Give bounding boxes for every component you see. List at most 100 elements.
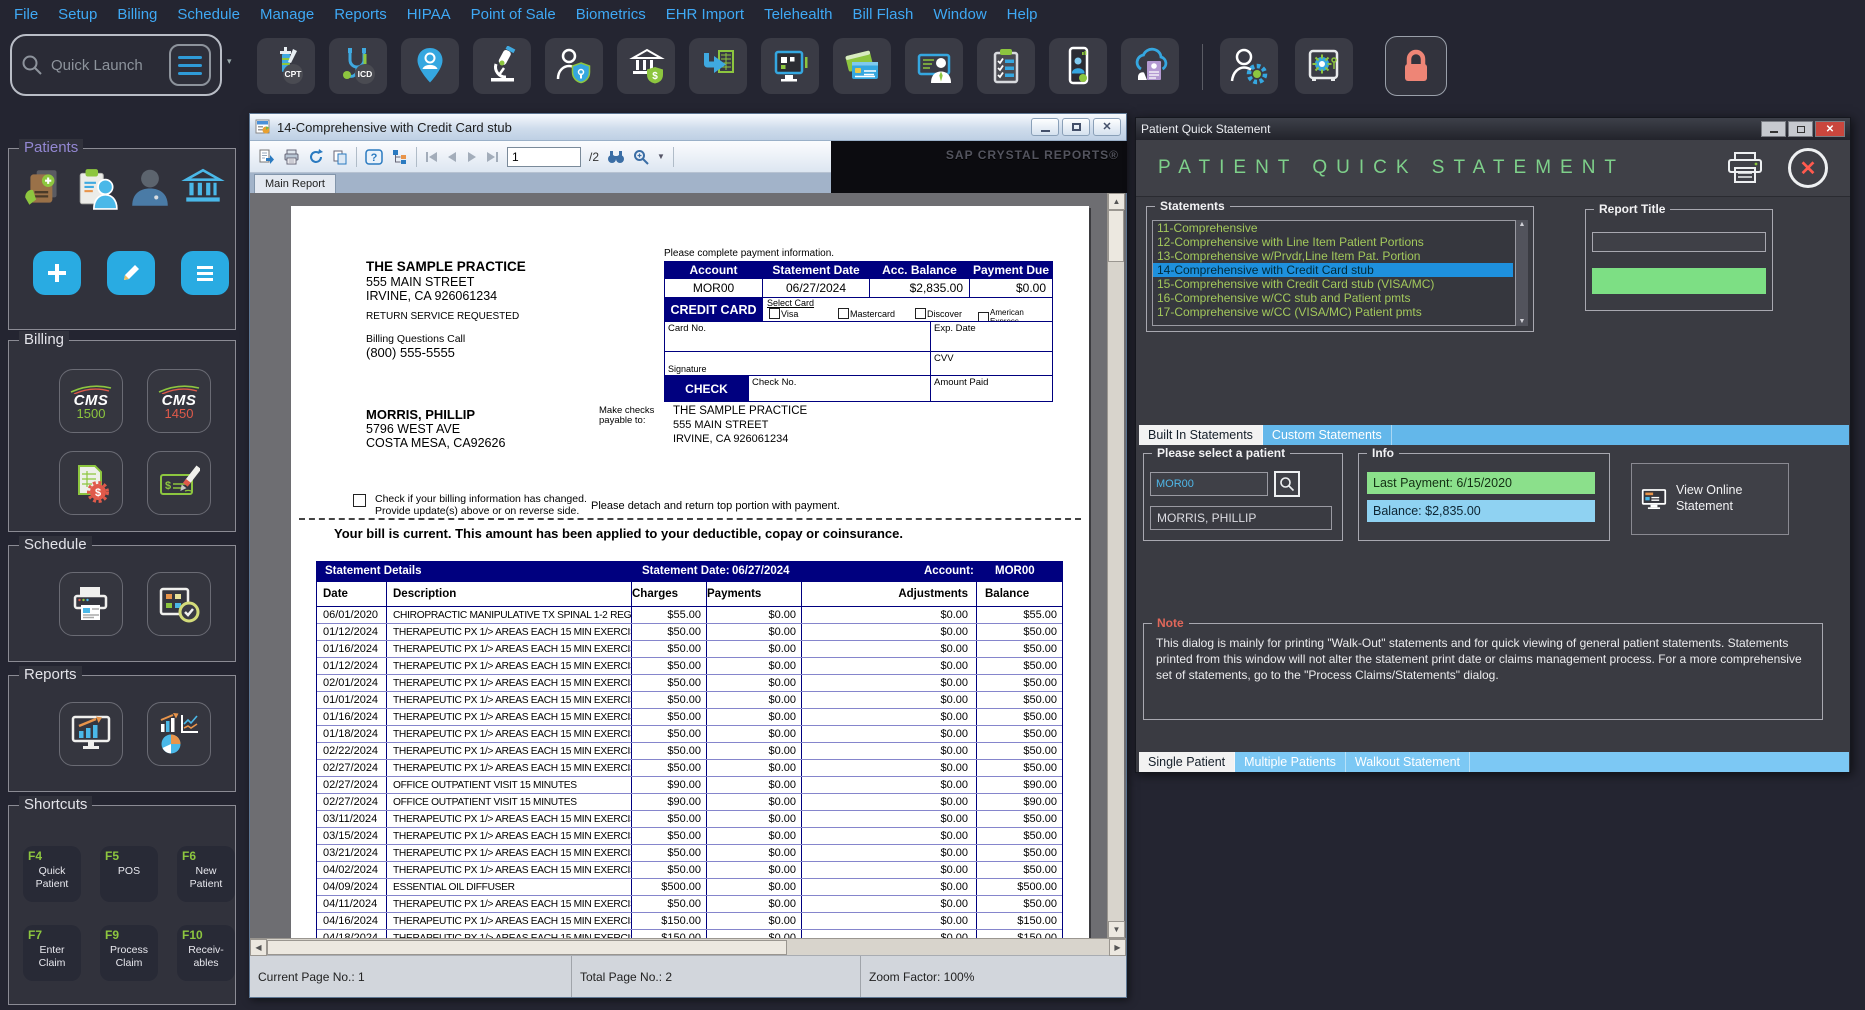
mastercard-checkbox[interactable]	[838, 308, 849, 319]
last-page-icon[interactable]	[486, 151, 499, 163]
patient-intake-icon[interactable]	[74, 165, 120, 211]
table-row[interactable]: 01/18/2024 THERAPEUTIC PX 1/> AREAS EACH…	[317, 726, 1062, 743]
patient-list-button[interactable]	[181, 251, 229, 295]
card-no-field[interactable]: Card No.	[665, 322, 930, 351]
tab-main-report[interactable]: Main Report	[254, 174, 336, 193]
menu-item[interactable]: HIPAA	[397, 6, 461, 23]
amex-checkbox[interactable]	[978, 312, 989, 322]
lab-button[interactable]	[473, 38, 531, 94]
patient-security-button[interactable]	[545, 38, 603, 94]
report-monitor-button[interactable]	[59, 702, 123, 766]
previous-page-icon[interactable]	[446, 151, 458, 163]
close-dialog-button[interactable]: ✕	[1788, 148, 1828, 188]
table-row[interactable]: 03/15/2024 THERAPEUTIC PX 1/> AREAS EACH…	[317, 828, 1062, 845]
cms-1500-button[interactable]: CMS 1500	[59, 369, 123, 433]
edit-patient-button[interactable]	[107, 251, 155, 295]
statement-option[interactable]: 17-Comprehensive w/CC (VISA/MC) Patient …	[1153, 305, 1513, 319]
bank-deposits-button[interactable]: $	[617, 38, 675, 94]
export-data-button[interactable]	[689, 38, 747, 94]
table-row[interactable]: 01/12/2024 THERAPEUTIC PX 1/> AREAS EACH…	[317, 658, 1062, 675]
print-report-icon[interactable]	[283, 149, 300, 165]
patient-mode-tab[interactable]: Walkout Statement	[1346, 752, 1470, 772]
pos-monitor-button[interactable]	[761, 38, 819, 94]
scroll-down-button[interactable]: ▼	[1108, 921, 1125, 938]
table-row[interactable]: 04/18/2024 THERAPEUTIC PX 1/> AREAS EACH…	[317, 930, 1062, 938]
refresh-icon[interactable]	[308, 149, 324, 165]
hscroll-thumb[interactable]	[267, 940, 787, 955]
table-row[interactable]: 01/12/2024 THERAPEUTIC PX 1/> AREAS EACH…	[317, 624, 1062, 641]
statement-option[interactable]: 13-Comprehensive w/Prvdr,Line Item Pat. …	[1153, 249, 1513, 263]
statements-listbox[interactable]: 11-Comprehensive12-Comprehensive with Li…	[1152, 220, 1528, 326]
copy-icon[interactable]	[332, 149, 348, 165]
table-row[interactable]: 01/01/2024 THERAPEUTIC PX 1/> AREAS EACH…	[317, 692, 1062, 709]
zoom-icon[interactable]	[633, 149, 649, 165]
report-charts-button[interactable]	[147, 702, 211, 766]
check-no-field[interactable]: Check No.	[748, 376, 930, 401]
table-row[interactable]: 01/16/2024 THERAPEUTIC PX 1/> AREAS EACH…	[317, 709, 1062, 726]
scroll-thumb[interactable]	[1108, 210, 1124, 262]
statement-option[interactable]: 14-Comprehensive with Credit Card stub	[1153, 263, 1513, 277]
user-settings-button[interactable]	[1220, 38, 1278, 94]
menu-item[interactable]: Bill Flash	[842, 6, 923, 23]
report-title-input[interactable]	[1592, 232, 1766, 252]
report-vertical-scrollbar[interactable]: ▲ ▼	[1107, 193, 1124, 938]
first-page-icon[interactable]	[425, 151, 438, 163]
lock-button[interactable]	[1385, 36, 1447, 96]
patient-billing-bank-icon[interactable]	[180, 165, 226, 211]
minimize-button[interactable]	[1031, 118, 1059, 136]
exp-date-field[interactable]: Exp. Date	[930, 322, 1052, 351]
statement-option[interactable]: 15-Comprehensive with Credit Card stub (…	[1153, 277, 1513, 291]
zoom-dropdown-caret[interactable]: ▼	[657, 152, 665, 161]
shortcut-button[interactable]: F9 Process Claim	[100, 925, 158, 981]
scroll-up-button[interactable]: ▲	[1108, 193, 1125, 210]
statement-type-tab[interactable]: Built In Statements	[1139, 425, 1263, 445]
menu-item[interactable]: Billing	[107, 6, 167, 23]
close-button[interactable]: ✕	[1815, 121, 1845, 137]
appointment-scheduler-button[interactable]	[147, 572, 211, 636]
vault-button[interactable]	[1295, 38, 1353, 94]
cpt-codes-button[interactable]: CPT	[257, 38, 315, 94]
table-row[interactable]: 04/11/2024 THERAPEUTIC PX 1/> AREAS EACH…	[317, 896, 1062, 913]
print-statement-button[interactable]	[1726, 152, 1764, 184]
provider-id-card-button[interactable]	[905, 38, 963, 94]
print-schedule-button[interactable]	[59, 572, 123, 636]
find-binoculars-icon[interactable]	[607, 150, 625, 164]
table-row[interactable]: 03/11/2024 THERAPEUTIC PX 1/> AREAS EACH…	[317, 811, 1062, 828]
statement-option[interactable]: 16-Comprehensive w/CC stub and Patient p…	[1153, 291, 1513, 305]
quick-launch-dropdown-caret[interactable]: ▾	[227, 56, 232, 67]
table-row[interactable]: 01/16/2024 THERAPEUTIC PX 1/> AREAS EACH…	[317, 641, 1062, 658]
amount-paid-field[interactable]: Amount Paid	[930, 376, 1052, 401]
patient-search-button[interactable]	[1274, 471, 1300, 497]
table-row[interactable]: 03/21/2024 THERAPEUTIC PX 1/> AREAS EACH…	[317, 845, 1062, 862]
scroll-right-button[interactable]: ▶	[1109, 939, 1126, 956]
shortcut-button[interactable]: F10 Receiv- ables	[177, 925, 235, 981]
patient-locator-button[interactable]	[401, 38, 459, 94]
check-writing-button[interactable]: $	[147, 451, 211, 515]
shortcut-button[interactable]: F5 POS	[100, 846, 158, 902]
page-number-input[interactable]	[507, 147, 581, 167]
cvv-field[interactable]: CVV	[930, 352, 1052, 375]
menu-item[interactable]: Schedule	[167, 6, 250, 23]
statement-option[interactable]: 11-Comprehensive	[1153, 221, 1513, 235]
next-page-icon[interactable]	[466, 151, 478, 163]
cloud-records-button[interactable]	[1121, 38, 1179, 94]
menu-item[interactable]: File	[4, 6, 48, 23]
patient-code-input[interactable]: MOR00	[1150, 472, 1268, 496]
patient-mode-tab[interactable]: Single Patient	[1139, 752, 1235, 772]
scroll-down-icon[interactable]: ▼	[1519, 318, 1526, 325]
cms-1450-button[interactable]: CMS 1450	[147, 369, 211, 433]
discover-checkbox[interactable]	[915, 308, 926, 319]
table-row[interactable]: 02/27/2024 THERAPEUTIC PX 1/> AREAS EACH…	[317, 760, 1062, 777]
report-window-titlebar[interactable]: 14-Comprehensive with Credit Card stub ✕	[250, 114, 1126, 141]
report-horizontal-scrollbar[interactable]: ◀ ▶	[250, 938, 1126, 955]
add-patient-button[interactable]	[33, 251, 81, 295]
pqs-titlebar[interactable]: Patient Quick Statement ✕	[1136, 118, 1850, 140]
scroll-left-button[interactable]: ◀	[250, 939, 267, 956]
menu-item[interactable]: Point of Sale	[461, 6, 566, 23]
scroll-up-icon[interactable]: ▲	[1519, 221, 1526, 228]
hamburger-menu-icon[interactable]	[169, 44, 211, 86]
toggle-parameter-panel-icon[interactable]: ?	[365, 149, 383, 165]
report-title-highlight-box[interactable]	[1592, 268, 1766, 294]
patient-person-icon[interactable]	[127, 165, 173, 211]
menu-item[interactable]: Biometrics	[566, 6, 656, 23]
